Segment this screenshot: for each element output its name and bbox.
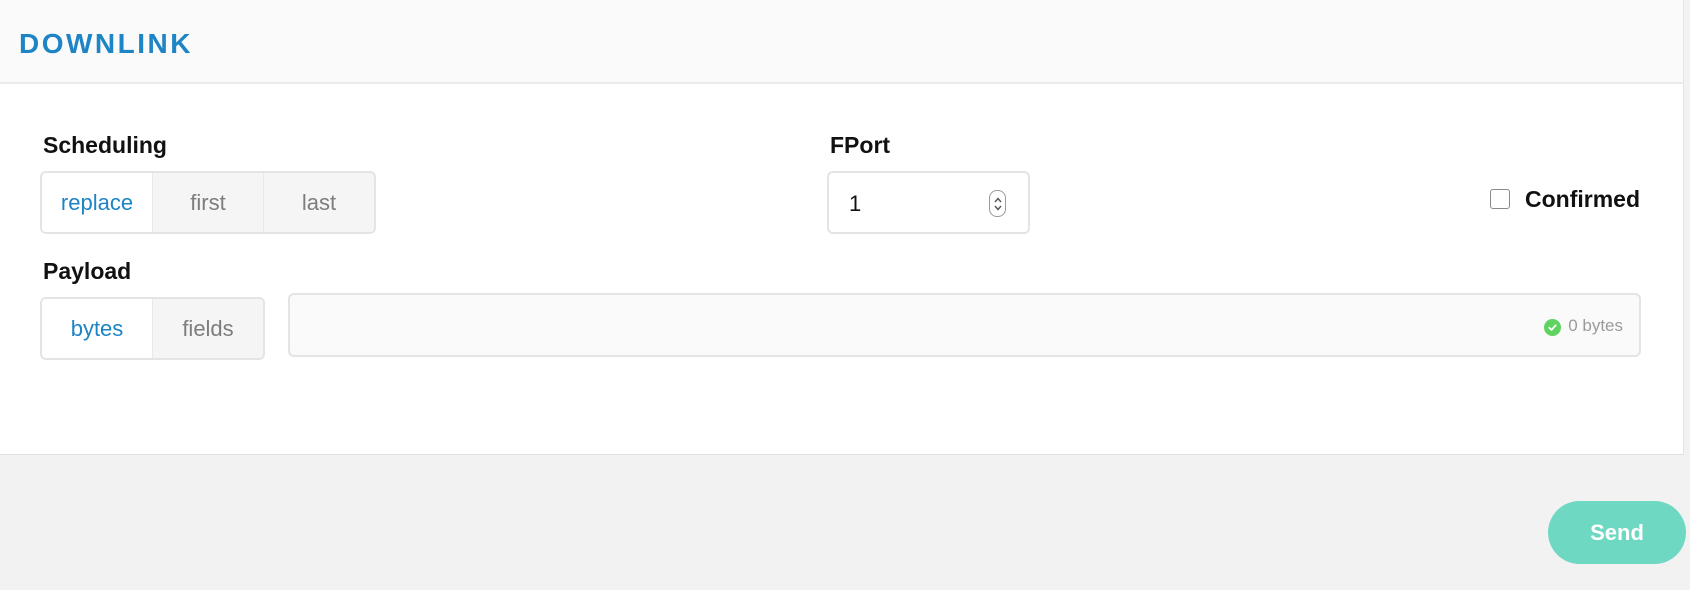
payload-input[interactable]: 0 bytes: [288, 293, 1641, 357]
fport-stepper[interactable]: [989, 190, 1006, 217]
payload-mode-selector: bytes fields: [40, 297, 265, 360]
downlink-panel: DOWNLINK Scheduling replace first last F…: [0, 0, 1684, 455]
payload-byte-count: 0 bytes: [1544, 315, 1623, 336]
scheduling-option-first[interactable]: first: [153, 173, 264, 232]
scheduling-label: Scheduling: [43, 132, 167, 158]
confirmed-toggle[interactable]: Confirmed: [1490, 186, 1640, 212]
fport-value: 1: [849, 191, 862, 216]
confirmed-checkbox[interactable]: [1490, 189, 1510, 209]
scheduling-option-replace[interactable]: replace: [42, 173, 153, 232]
fport-input[interactable]: 1: [827, 171, 1030, 234]
payload-label: Payload: [43, 258, 132, 284]
confirmed-label: Confirmed: [1525, 186, 1640, 212]
fport-label: FPort: [830, 132, 891, 158]
scheduling-option-last[interactable]: last: [264, 173, 374, 232]
chevron-down-icon[interactable]: [993, 204, 1003, 212]
send-button[interactable]: Send: [1548, 501, 1686, 564]
panel-header: DOWNLINK: [0, 0, 1683, 84]
check-circle-icon: [1544, 319, 1562, 336]
payload-mode-bytes[interactable]: bytes: [42, 299, 153, 358]
byte-count-text: 0 bytes: [1568, 315, 1623, 335]
payload-mode-fields[interactable]: fields: [153, 299, 263, 358]
panel-title: DOWNLINK: [19, 28, 193, 59]
chevron-up-icon[interactable]: [993, 196, 1003, 204]
scheduling-selector: replace first last: [40, 171, 376, 234]
